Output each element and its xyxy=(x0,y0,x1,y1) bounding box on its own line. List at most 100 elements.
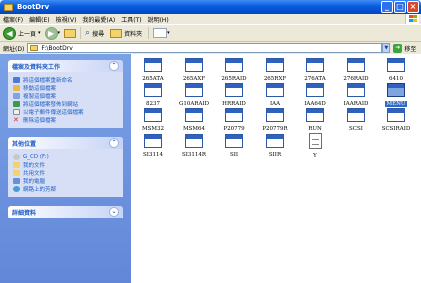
file-item[interactable]: IAA xyxy=(255,83,295,107)
views-dropdown-icon[interactable]: ▾ xyxy=(167,30,170,36)
application-window-icon xyxy=(266,134,284,148)
application-window-icon xyxy=(347,83,365,97)
place-my-computer[interactable]: 我的電腦 xyxy=(13,177,118,185)
place-shared-documents[interactable]: 共用文件 xyxy=(13,169,118,177)
my-computer-icon xyxy=(13,178,20,184)
file-label: 265ATA xyxy=(142,76,164,82)
file-label: 265AXF xyxy=(182,76,206,82)
go-button-label[interactable]: 移至 xyxy=(404,44,416,53)
file-item[interactable]: P20779R xyxy=(255,108,295,132)
search-icon[interactable]: ⌕ xyxy=(85,28,90,38)
task-publish[interactable]: 將這個檔案發佈到網站 xyxy=(13,100,118,108)
title-bar: BootDrv _ □ × xyxy=(0,0,421,14)
move-icon xyxy=(13,85,20,91)
file-item[interactable]: P20779 xyxy=(214,108,254,132)
details-title: 詳細資料 xyxy=(12,209,37,217)
file-item[interactable]: 265ATA xyxy=(133,58,173,82)
file-item[interactable]: SCSIRAID xyxy=(376,108,416,132)
application-window-icon xyxy=(225,108,243,122)
place-my-documents[interactable]: 我的文件 xyxy=(13,161,118,169)
application-window-icon xyxy=(347,58,365,72)
application-window-icon xyxy=(347,108,365,122)
maximize-button[interactable]: □ xyxy=(394,1,406,13)
expand-chevron-icon[interactable]: ⌄ xyxy=(109,207,119,217)
file-item[interactable]: 276ATA xyxy=(295,58,335,82)
close-button[interactable]: × xyxy=(407,1,419,13)
file-item[interactable]: Y xyxy=(295,133,335,159)
address-path: F:\BootDrv xyxy=(41,44,73,52)
file-label: MSM64 xyxy=(182,126,206,132)
address-dropdown-icon[interactable]: ▼ xyxy=(382,43,391,53)
other-places-header[interactable]: 其他位置 ⌃ xyxy=(8,137,123,149)
task-copy[interactable]: 複製這個檔案 xyxy=(13,92,118,100)
views-icon[interactable] xyxy=(153,28,168,38)
collapse-chevron-icon[interactable]: ⌃ xyxy=(109,61,119,71)
file-item[interactable]: RUN xyxy=(295,108,335,132)
file-item[interactable]: SI3114 xyxy=(133,134,173,158)
file-item[interactable]: MSM64 xyxy=(174,108,214,132)
details-header[interactable]: 詳細資料 ⌄ xyxy=(8,206,123,218)
forward-arrow-icon[interactable]: ▶ xyxy=(44,26,58,40)
application-window-icon xyxy=(144,83,162,97)
file-item[interactable]: 265RXF xyxy=(255,58,295,82)
collapse-chevron-icon[interactable]: ⌃ xyxy=(109,138,119,148)
file-item[interactable]: G10ARAID xyxy=(174,83,214,107)
file-item[interactable]: IAARAID xyxy=(336,83,376,107)
file-item[interactable]: 276RAID xyxy=(336,58,376,82)
details-panel: 詳細資料 ⌄ xyxy=(8,206,123,218)
place-label: 網路上的芳鄰 xyxy=(23,187,57,193)
folder-icon xyxy=(4,3,13,11)
menu-file[interactable]: 檔案(F) xyxy=(3,15,23,24)
task-move[interactable]: 移動這個檔案 xyxy=(13,84,118,92)
task-email[interactable]: 以電子郵件傳送這個檔案 xyxy=(13,108,118,116)
up-folder-icon[interactable] xyxy=(64,28,77,38)
menu-view[interactable]: 檢視(V) xyxy=(56,15,77,24)
file-item[interactable]: 8237 xyxy=(133,83,173,107)
task-rename[interactable]: 將這個檔案重新命名 xyxy=(13,76,118,84)
menu-favorites[interactable]: 我的最愛(A) xyxy=(82,15,115,24)
address-label: 網址(D) xyxy=(3,45,25,53)
file-item[interactable]: IAA64D xyxy=(295,83,335,107)
globe-icon xyxy=(13,101,20,107)
file-item[interactable]: 265RAID xyxy=(214,58,254,82)
back-arrow-icon[interactable]: ◀ xyxy=(3,26,16,40)
task-label: 將這個檔案發佈到網站 xyxy=(23,102,79,108)
address-input[interactable]: F:\BootDrv xyxy=(27,43,383,53)
file-item[interactable]: MSM32 xyxy=(133,108,173,132)
folders-icon[interactable] xyxy=(110,28,123,38)
application-window-icon xyxy=(306,83,324,97)
place-network[interactable]: 網路上的芳鄰 xyxy=(13,185,118,193)
folders-button-label[interactable]: 資料夾 xyxy=(124,29,142,38)
application-window-icon xyxy=(225,134,243,148)
back-dropdown-icon[interactable]: ▾ xyxy=(38,30,41,36)
file-item[interactable]: SI3114R xyxy=(174,134,214,158)
file-label: P20779 xyxy=(223,126,245,132)
file-item[interactable]: MENU xyxy=(376,83,416,107)
back-button-label[interactable]: 上一頁 xyxy=(18,29,36,38)
file-item[interactable]: SIIR xyxy=(255,134,295,158)
file-item[interactable]: SCSI xyxy=(336,108,376,132)
file-item[interactable]: 265AXF xyxy=(174,58,214,82)
file-item[interactable]: 6410 xyxy=(376,58,416,82)
minimize-button[interactable]: _ xyxy=(381,1,393,13)
search-button-label[interactable]: 搜尋 xyxy=(92,29,104,38)
file-label: 265RXF xyxy=(263,76,287,82)
task-delete[interactable]: ✕ 刪除這個檔案 xyxy=(13,116,118,125)
file-item[interactable]: HRRAID xyxy=(214,83,254,107)
application-window-icon xyxy=(185,134,203,148)
application-window-icon xyxy=(144,134,162,148)
place-cd-drive[interactable]: G_CD (F:) xyxy=(13,153,118,161)
menu-edit[interactable]: 編輯(E) xyxy=(29,15,49,24)
menu-help[interactable]: 說明(H) xyxy=(148,15,169,24)
window-title: BootDrv xyxy=(17,3,50,11)
file-item[interactable]: SII xyxy=(214,134,254,158)
file-label: SI3114 xyxy=(143,152,163,158)
file-tasks-header[interactable]: 檔案及資料夾工作 ⌃ xyxy=(8,60,123,72)
file-list-view: 265ATA 265AXF 265RAID 265RXF 276ATA 276RAID 64… xyxy=(131,54,421,283)
file-label: IAA64D xyxy=(304,101,326,107)
go-arrow-icon[interactable]: ➜ xyxy=(393,43,403,53)
file-label: MSM32 xyxy=(141,126,165,132)
folder-icon xyxy=(30,45,39,51)
menu-tools[interactable]: 工具(T) xyxy=(121,15,141,24)
forward-dropdown-icon[interactable]: ▾ xyxy=(58,30,61,36)
